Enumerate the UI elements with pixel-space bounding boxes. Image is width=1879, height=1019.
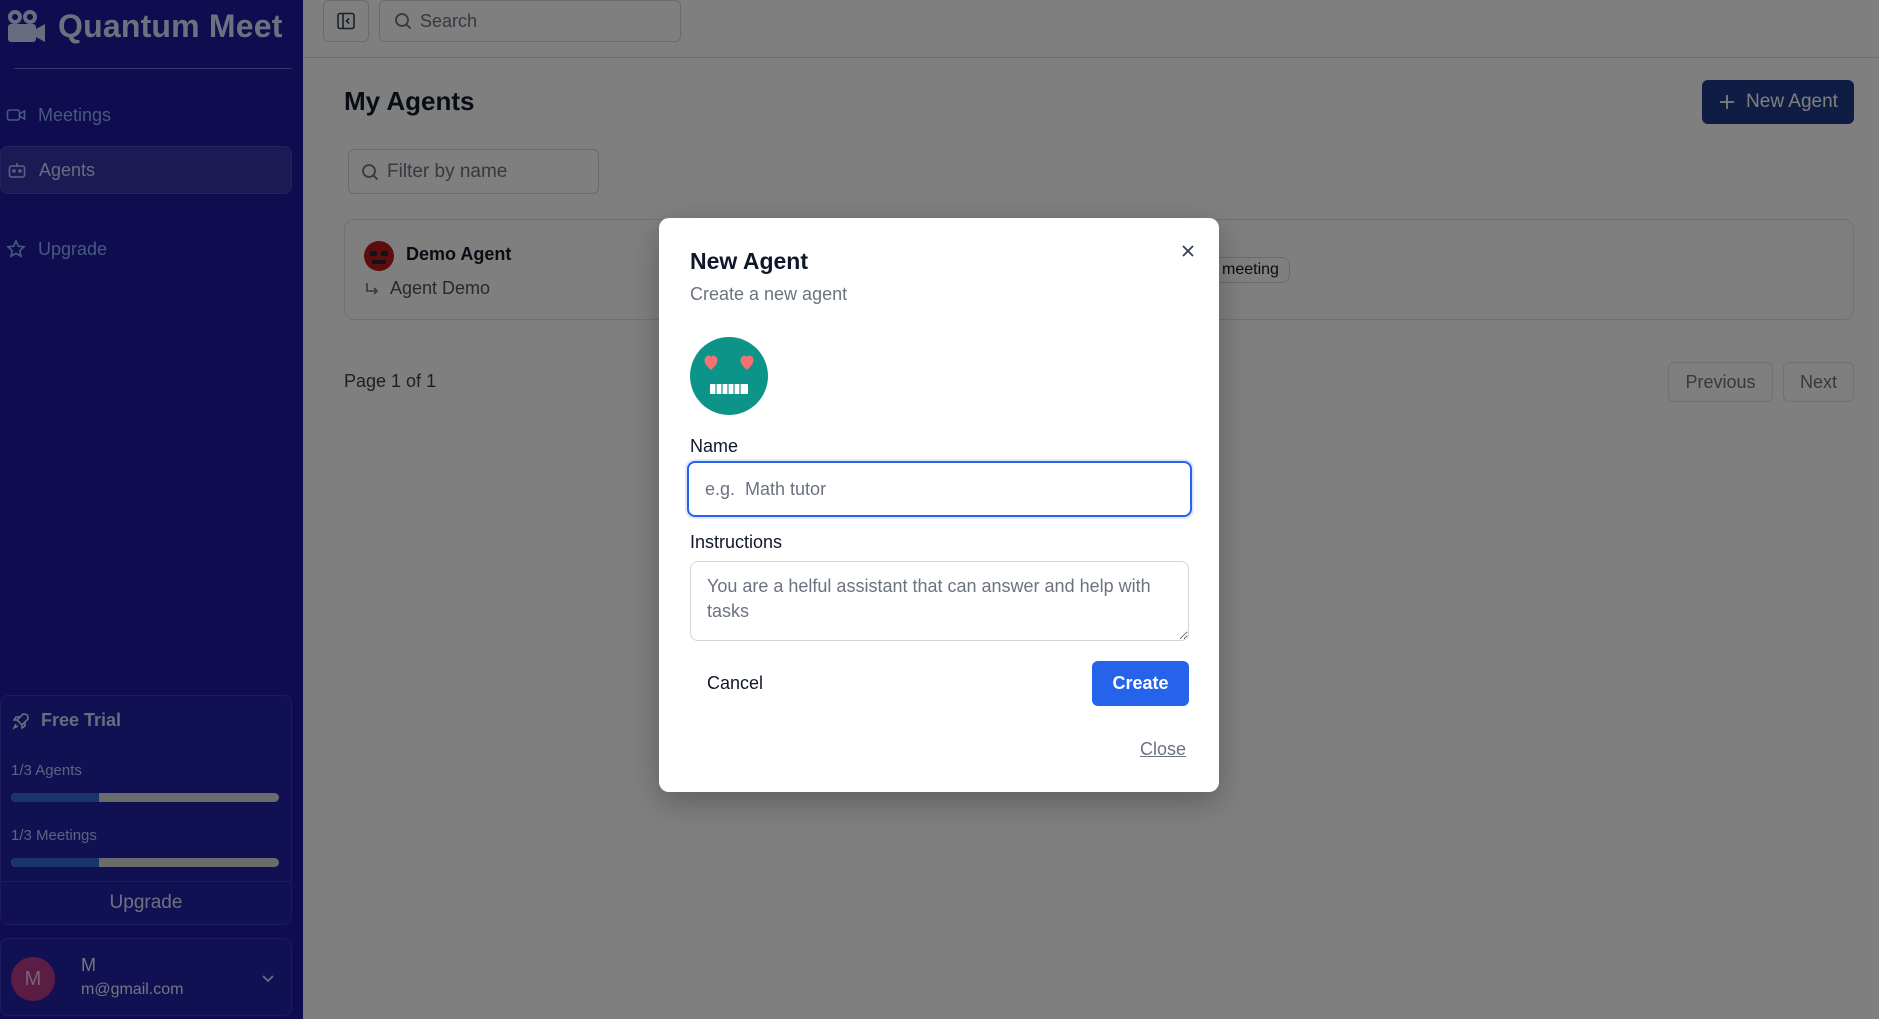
close-link[interactable]: Close — [1140, 739, 1186, 760]
close-icon — [1182, 245, 1194, 257]
instructions-textarea[interactable] — [690, 561, 1189, 641]
new-agent-dialog: New Agent Create a new agent Name Instru… — [659, 218, 1219, 792]
agent-avatar-preview-icon — [690, 337, 768, 415]
create-button[interactable]: Create — [1092, 661, 1189, 706]
name-label: Name — [690, 436, 739, 456]
dialog-title: New Agent — [690, 248, 808, 274]
cancel-button[interactable]: Cancel — [690, 661, 780, 705]
dialog-description: Create a new agent — [690, 284, 848, 304]
instructions-label: Instructions — [690, 532, 783, 552]
name-input[interactable] — [687, 461, 1192, 517]
close-dialog-button[interactable] — [1177, 240, 1199, 262]
